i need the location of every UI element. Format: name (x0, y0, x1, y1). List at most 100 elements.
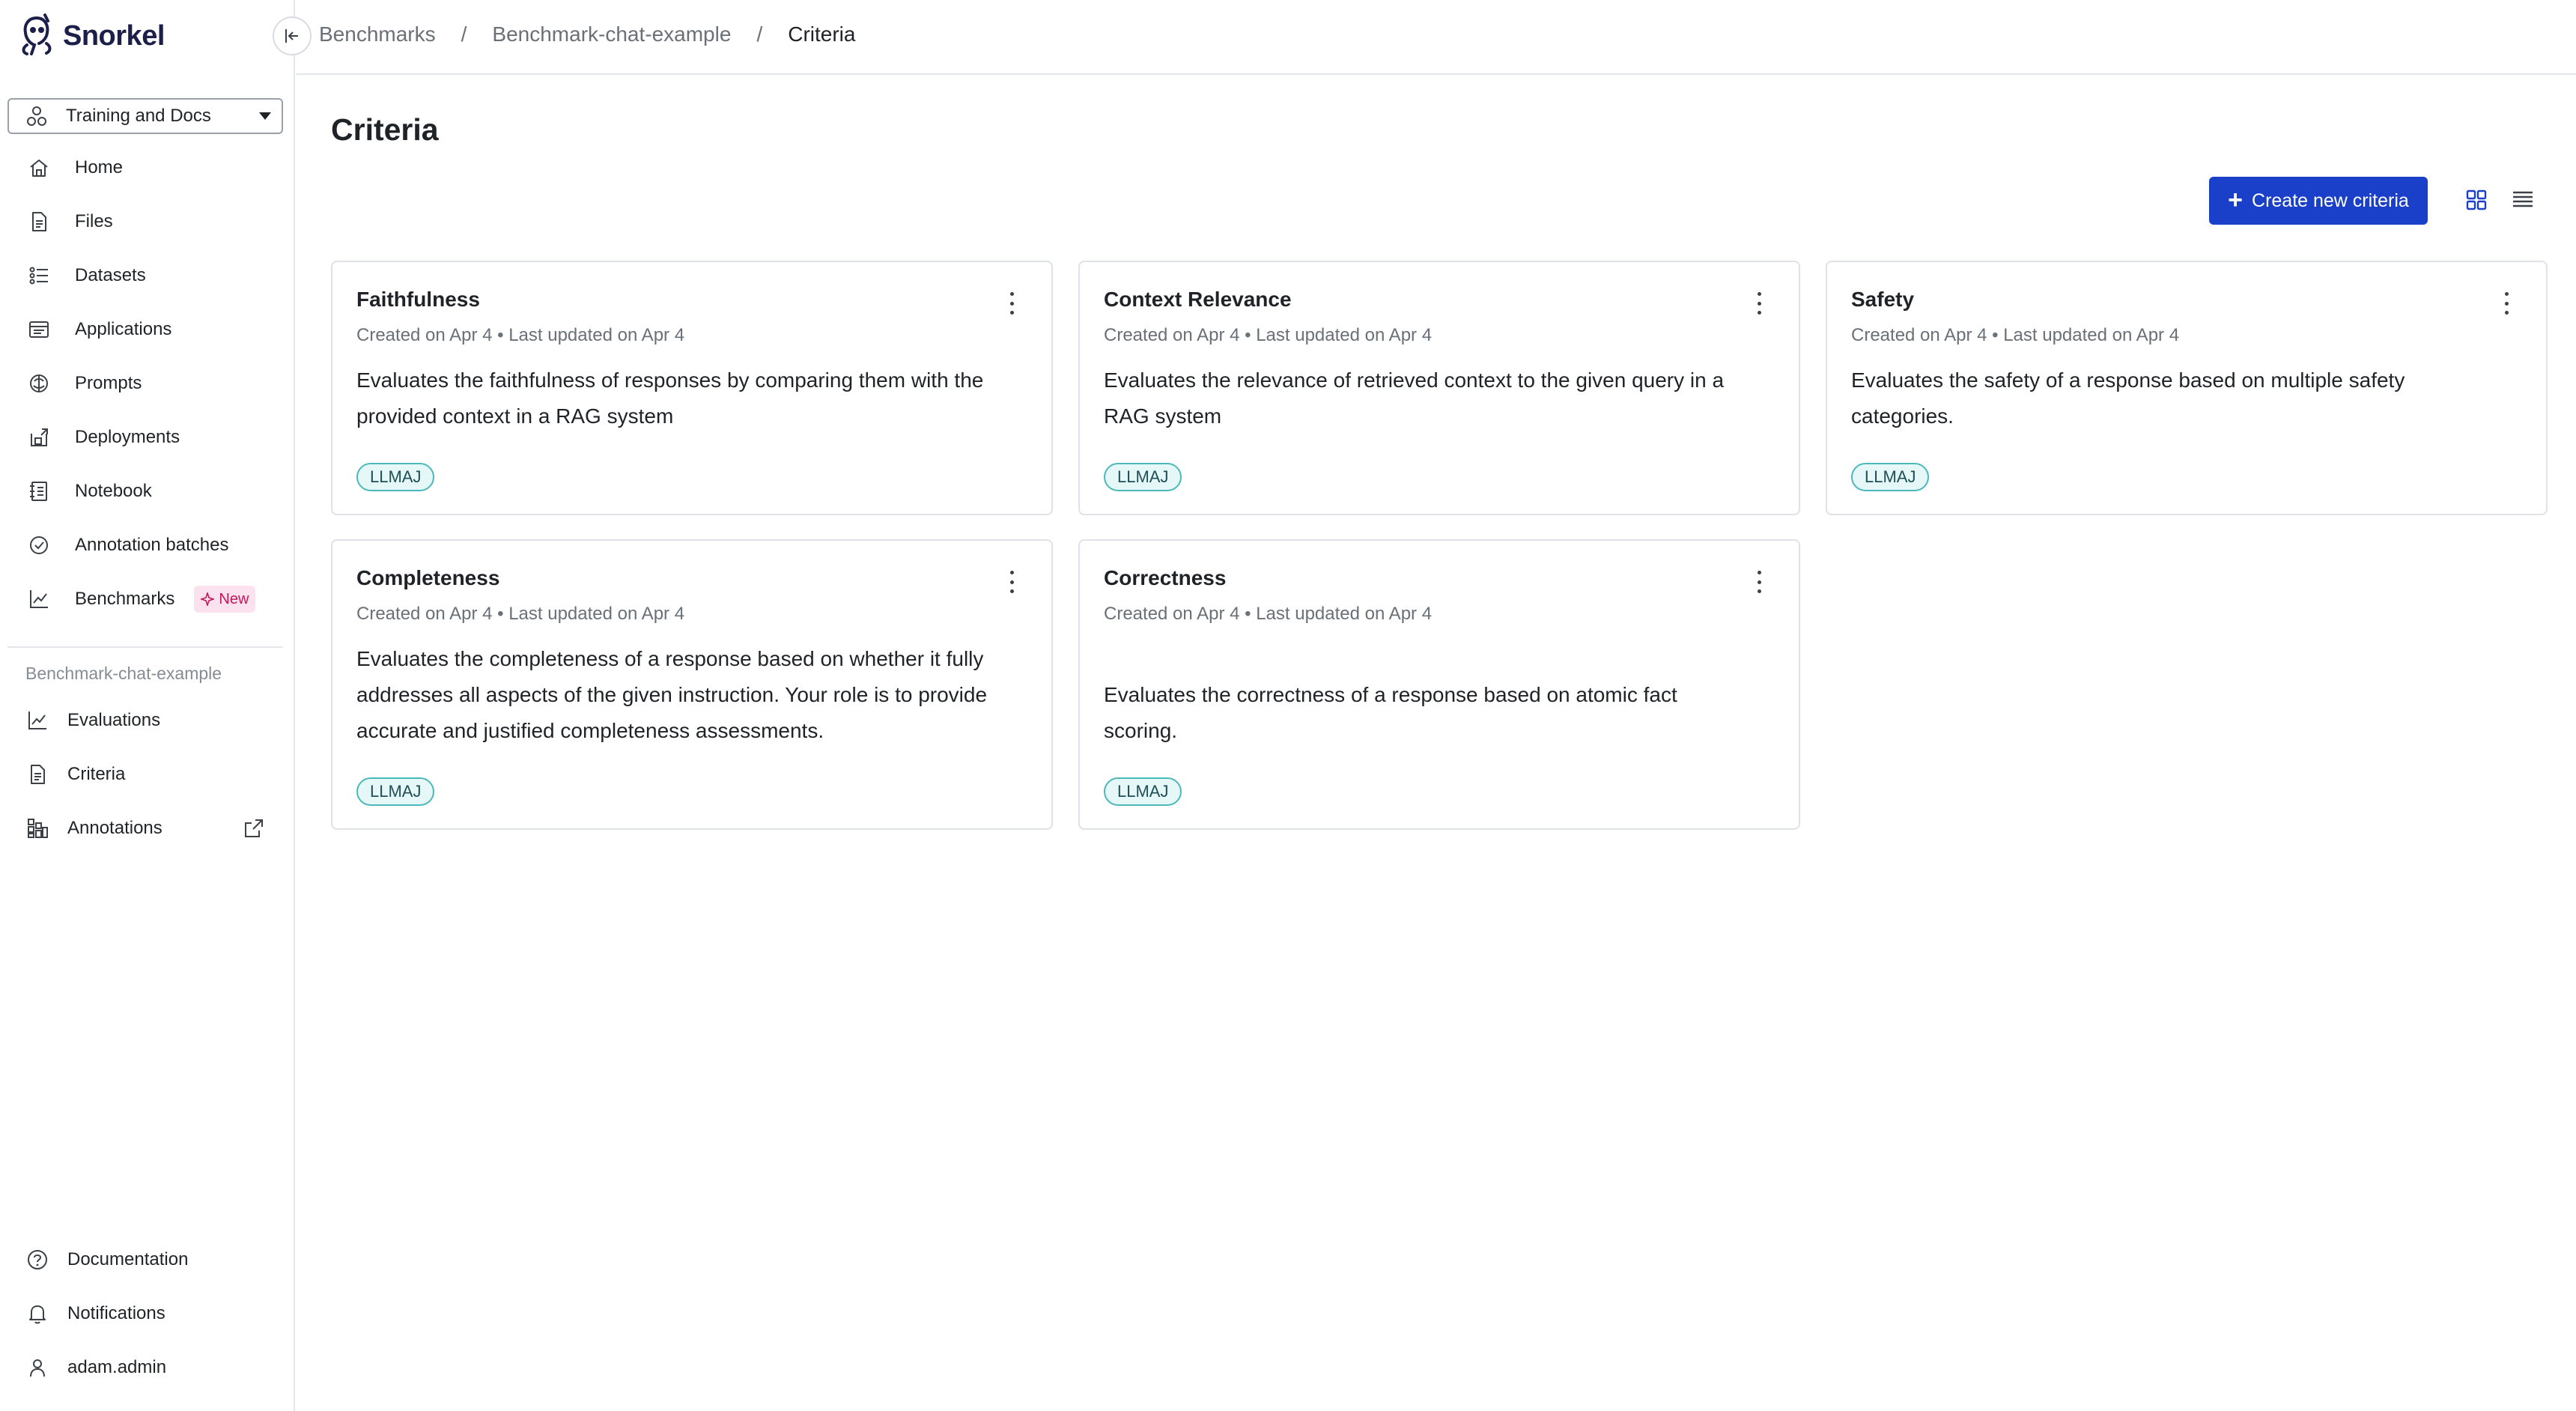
sidebar-item-label: Benchmarks (75, 589, 175, 609)
evaluations-icon (25, 708, 49, 732)
criteria-card-description: Evaluates the safety of a response based… (1851, 368, 2405, 428)
criteria-card-title: Safety (1851, 288, 1915, 311)
criteria-card-tag: LLMAJ (356, 777, 435, 806)
grid-view-icon[interactable] (2464, 187, 2489, 213)
logo[interactable]: Snorkel (18, 13, 165, 58)
sidebar-item-label: Datasets (75, 265, 146, 285)
more-options-icon[interactable] (1008, 292, 1015, 315)
sidebar-item-label: Notebook (75, 481, 152, 501)
workspace-select[interactable]: Training and Docs (7, 98, 283, 134)
new-badge-label: New (219, 590, 249, 607)
annotation-batches-icon (27, 533, 51, 557)
criteria-card-meta: Created on Apr 4 • Last updated on Apr 4 (1104, 325, 1433, 345)
deployments-icon (27, 425, 51, 449)
more-options-icon[interactable] (1008, 571, 1015, 593)
file-icon (27, 210, 51, 234)
sidebar-item-label: Prompts (75, 373, 142, 393)
criteria-card-meta: Created on Apr 4 • Last updated on Apr 4 (356, 604, 685, 624)
breadcrumb-separator: / (461, 22, 467, 46)
criteria-card-tag: LLMAJ (1104, 463, 1182, 491)
workspace-icon (27, 106, 46, 126)
sidebar-item-files[interactable]: Files (7, 201, 283, 243)
sidebar-item-home[interactable]: Home (7, 147, 283, 189)
sidebar-item-label: Evaluations (67, 710, 161, 730)
sidebar-item-label: Home (75, 157, 124, 177)
breadcrumb-benchmark-chat-example[interactable]: Benchmark-chat-example (492, 22, 731, 46)
sidebar-item-label: Criteria (67, 764, 126, 784)
sidebar-item-evaluations[interactable]: Evaluations (7, 700, 283, 741)
sidebar-item-documentation[interactable]: Documentation (7, 1239, 283, 1281)
sidebar-item-annotation-batches[interactable]: Annotation batches (7, 524, 283, 566)
create-new-criteria-button[interactable]: + Create new criteria (2209, 177, 2428, 225)
sidebar-item-prompts[interactable]: Prompts (7, 362, 283, 404)
sidebar-item-label: Documentation (67, 1249, 189, 1269)
list-view-icon[interactable] (2510, 187, 2536, 213)
criteria-card-tag: LLMAJ (356, 463, 435, 491)
annotations-icon (25, 816, 49, 840)
home-icon (27, 156, 51, 180)
sidebar-item-benchmarks[interactable]: Benchmarks New (7, 578, 283, 620)
sidebar-item-label: Annotations (67, 818, 162, 838)
criteria-card[interactable]: Correctness Created on Apr 4 • Last upda… (1078, 539, 1800, 830)
criteria-card-description: Evaluates the faithfulness of responses … (356, 368, 984, 428)
more-options-icon[interactable] (1755, 571, 1763, 593)
sidebar-item-datasets[interactable]: Datasets (7, 255, 283, 297)
bell-icon (25, 1302, 49, 1326)
datasets-icon (27, 264, 51, 288)
benchmarks-icon (27, 587, 51, 611)
sidebar-divider (7, 646, 283, 648)
criteria-card-title: Context Relevance (1104, 288, 1292, 311)
create-button-label: Create new criteria (2252, 189, 2409, 211)
plus-icon: + (2228, 185, 2244, 214)
criteria-card-tag: LLMAJ (1104, 777, 1182, 806)
user-icon (25, 1356, 49, 1380)
sidebar-item-deployments[interactable]: Deployments (7, 416, 283, 458)
sidebar-item-user[interactable]: adam.admin (7, 1347, 283, 1389)
sidebar-item-notifications[interactable]: Notifications (7, 1293, 283, 1335)
criteria-card-description: Evaluates the relevance of retrieved con… (1104, 368, 1725, 428)
criteria-card-title: Correctness (1104, 566, 1227, 589)
sidebar-item-label: adam.admin (67, 1357, 167, 1377)
sidebar-item-label: Applications (75, 319, 172, 339)
sidebar-item-label: Notifications (67, 1303, 165, 1323)
breadcrumb-benchmarks[interactable]: Benchmarks (319, 22, 436, 46)
criteria-card-tag: LLMAJ (1851, 463, 1930, 491)
criteria-card[interactable]: Context Relevance Created on Apr 4 • Las… (1078, 261, 1800, 515)
breadcrumb-current: Criteria (788, 22, 856, 46)
sidebar: Snorkel Training and Docs Home Files Dat… (0, 0, 295, 1411)
criteria-card-meta: Created on Apr 4 • Last updated on Apr 4 (1851, 325, 2180, 345)
criteria-card-title: Faithfulness (356, 288, 480, 311)
page-title: Criteria (331, 112, 439, 147)
logo-text: Snorkel (63, 19, 165, 52)
criteria-card-description: Evaluates the correctness of a response … (1104, 683, 1677, 742)
external-link-icon[interactable] (243, 817, 265, 840)
criteria-card[interactable]: Completeness Created on Apr 4 • Last upd… (331, 539, 1053, 830)
applications-icon (27, 318, 51, 342)
chevron-down-icon (259, 112, 271, 120)
sidebar-section-label: Benchmark-chat-example (25, 664, 222, 683)
sidebar-item-criteria[interactable]: Criteria (7, 753, 283, 795)
criteria-card-title: Completeness (356, 566, 500, 589)
criteria-card[interactable]: Faithfulness Created on Apr 4 • Last upd… (331, 261, 1053, 515)
sidebar-item-applications[interactable]: Applications (7, 309, 283, 351)
notebook-icon (27, 479, 51, 503)
more-options-icon[interactable] (1755, 292, 1763, 315)
help-icon (25, 1248, 49, 1272)
sidebar-item-label: Annotation batches (75, 535, 229, 555)
sidebar-item-label: Files (75, 211, 113, 231)
sidebar-item-label: Deployments (75, 427, 180, 447)
criteria-card[interactable]: Safety Created on Apr 4 • Last updated o… (1826, 261, 2548, 515)
breadcrumb: Benchmarks / Benchmark-chat-example / Cr… (319, 22, 855, 46)
criteria-card-description: Evaluates the completeness of a response… (356, 647, 988, 742)
more-options-icon[interactable] (2503, 292, 2510, 315)
criteria-card-meta: Created on Apr 4 • Last updated on Apr 4 (356, 325, 685, 345)
sparkle-icon (201, 592, 215, 606)
sidebar-item-notebook[interactable]: Notebook (7, 470, 283, 512)
prompts-icon (27, 371, 51, 395)
criteria-icon (25, 762, 49, 786)
new-badge: New (194, 586, 256, 613)
sidebar-item-annotations[interactable]: Annotations (7, 807, 283, 849)
snorkel-logo-icon (22, 13, 52, 55)
workspace-label: Training and Docs (66, 106, 211, 126)
breadcrumb-separator: / (756, 22, 763, 46)
